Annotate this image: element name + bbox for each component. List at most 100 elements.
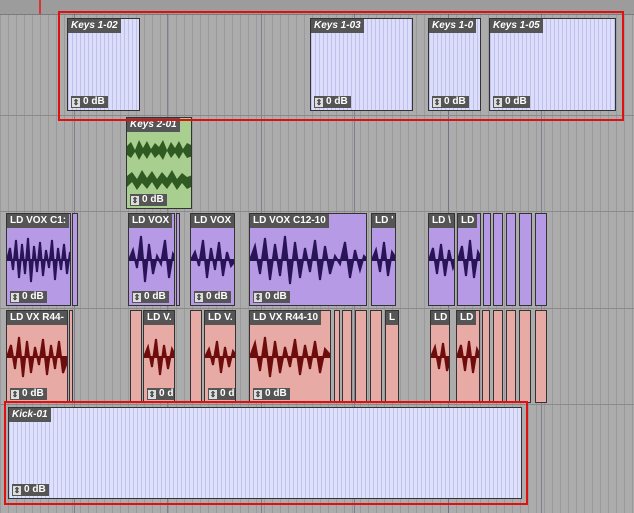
clip-gain[interactable]: ⇕0 dB [12,484,49,496]
clip-name: LD VOX C12-10 [250,214,329,228]
waveform [144,338,174,376]
audio-clip[interactable]: LD VX R44- ⇕ 0 dB [6,310,68,403]
clip-gain-icon: ⇕ [195,292,203,302]
clip-gain[interactable]: ⇕0 dB [71,96,108,108]
clip-gain[interactable]: ⇕0 dB [194,291,231,303]
track-divider [0,211,634,212]
waveform [7,336,67,378]
audio-clip[interactable] [483,213,491,306]
midi-clip[interactable]: Keys 1-05 ⇕ 0 dB [489,18,616,111]
audio-clip[interactable] [130,310,142,403]
waveform [127,140,191,190]
clip-gain-value: 0 dB [83,96,105,107]
clip-gain-value: 0 dB [144,291,166,302]
audio-clip[interactable]: LD VOX ⇕ 0 dB [128,213,175,306]
clip-gain-value: 0 dB [326,96,348,107]
clip-name: LD V. [205,311,235,325]
audio-clip[interactable] [535,213,547,306]
waveform [431,342,449,372]
clip-name: Keys 1-03 [311,19,364,33]
audio-clip[interactable] [190,310,202,403]
audio-clip[interactable] [482,310,490,403]
audio-clip[interactable]: Keys 2-01 ⇕ 0 dB [126,117,192,209]
clip-name: LD [458,214,478,228]
audio-clip[interactable]: LD V. ⇕0 dB [204,310,236,403]
track-divider [0,308,634,309]
clip-gain[interactable]: ⇕0 dB [10,291,47,303]
audio-clip[interactable] [69,310,73,403]
midi-clip[interactable]: Keys 1-02 ⇕ 0 dB [67,18,140,111]
audio-clip[interactable] [506,213,516,306]
audio-clip[interactable] [493,310,503,403]
clip-gain[interactable]: ⇕0 dB [432,96,469,108]
clip-gain-icon: ⇕ [11,292,19,302]
audio-clip[interactable] [370,310,382,403]
waveform [250,336,330,378]
clip-gain-value: 0 dB [220,388,235,399]
audio-clip[interactable]: LD ' [371,213,396,306]
waveform [429,243,454,277]
waveform [191,239,234,279]
clip-name: LD VOX [191,214,234,228]
audio-clip[interactable] [519,213,532,306]
audio-clip[interactable]: LD VOX C12-10 ⇕ 0 dB [249,213,367,306]
clip-gain[interactable]: ⇕0 dB [10,388,47,400]
clip-gain[interactable]: ⇕0 dB [132,291,169,303]
audio-clip[interactable]: LD VX R44-10 ⇕ 0 dB [249,310,331,403]
clip-gain-value: 0 dB [265,291,287,302]
clip-gain-icon: ⇕ [133,292,141,302]
waveform [457,340,479,374]
clip-gain[interactable]: ⇕0 dB [314,96,351,108]
audio-clip[interactable]: LD VOX C1: ⇕ 0 dB [6,213,71,306]
clip-name: Keys 1-05 [490,19,543,33]
clip-gain-value: 0 dB [24,484,46,495]
audio-clip[interactable] [355,310,367,403]
clip-gain-icon: ⇕ [148,389,156,399]
playhead-marker[interactable] [39,0,41,14]
clip-name: LD [431,311,449,325]
clip-name: LD V. [144,311,174,325]
track-divider [0,115,634,116]
waveform [372,241,395,277]
clip-gain-value: 0 dB [206,291,228,302]
clip-gain[interactable]: ⇕0 dB [147,388,174,400]
midi-clip[interactable]: Keys 1-03 ⇕ 0 dB [310,18,413,111]
timeline-ruler[interactable] [0,0,634,15]
clip-gain-value: 0 dB [142,194,164,205]
edit-window-timeline[interactable]: Keys 1-02 ⇕ 0 dB Keys 1-03 ⇕ 0 dB Keys 1-0… [0,0,634,513]
midi-clip[interactable]: Kick-01 ⇕ 0 dB [8,407,522,499]
audio-clip[interactable] [519,310,531,403]
waveform [129,235,174,283]
audio-clip[interactable]: LD V. ⇕0 dB [143,310,175,403]
clip-gain[interactable]: ⇕0 dB [253,388,290,400]
clip-gain-icon: ⇕ [11,389,19,399]
audio-clip[interactable] [72,213,78,306]
audio-clip[interactable]: L [385,310,399,403]
clip-gain[interactable]: ⇕0 dB [208,388,235,400]
audio-clip[interactable] [506,310,516,403]
audio-clip[interactable] [493,213,503,306]
clip-gain[interactable]: ⇕0 dB [253,291,290,303]
clip-gain-icon: ⇕ [131,195,139,205]
clip-name: Keys 2-01 [127,118,180,132]
audio-clip[interactable] [342,310,352,403]
audio-clip[interactable]: LD [457,213,481,306]
audio-clip[interactable] [176,213,180,306]
clip-gain[interactable]: ⇕0 dB [493,96,530,108]
clip-gain-icon: ⇕ [315,97,323,107]
clip-gain-value: 0 dB [444,96,466,107]
audio-clip[interactable]: LD [430,310,450,403]
waveform [250,235,366,285]
audio-clip[interactable]: LD [456,310,480,403]
midi-clip[interactable]: Keys 1-0 ⇕ 0 dB [428,18,481,111]
audio-clip[interactable] [535,310,547,403]
clip-gain-value: 0 dB [22,291,44,302]
clip-name: LD VX R44-10 [250,311,322,325]
clip-gain-value: 0 dB [505,96,527,107]
audio-clip[interactable] [334,310,340,403]
clip-gain-icon: ⇕ [254,389,262,399]
audio-clip[interactable]: LD VOX ⇕ 0 dB [190,213,235,306]
clip-gain[interactable]: ⇕0 dB [130,194,167,206]
audio-clip[interactable]: LD \ [428,213,455,306]
clip-name: LD VOX [129,214,173,228]
